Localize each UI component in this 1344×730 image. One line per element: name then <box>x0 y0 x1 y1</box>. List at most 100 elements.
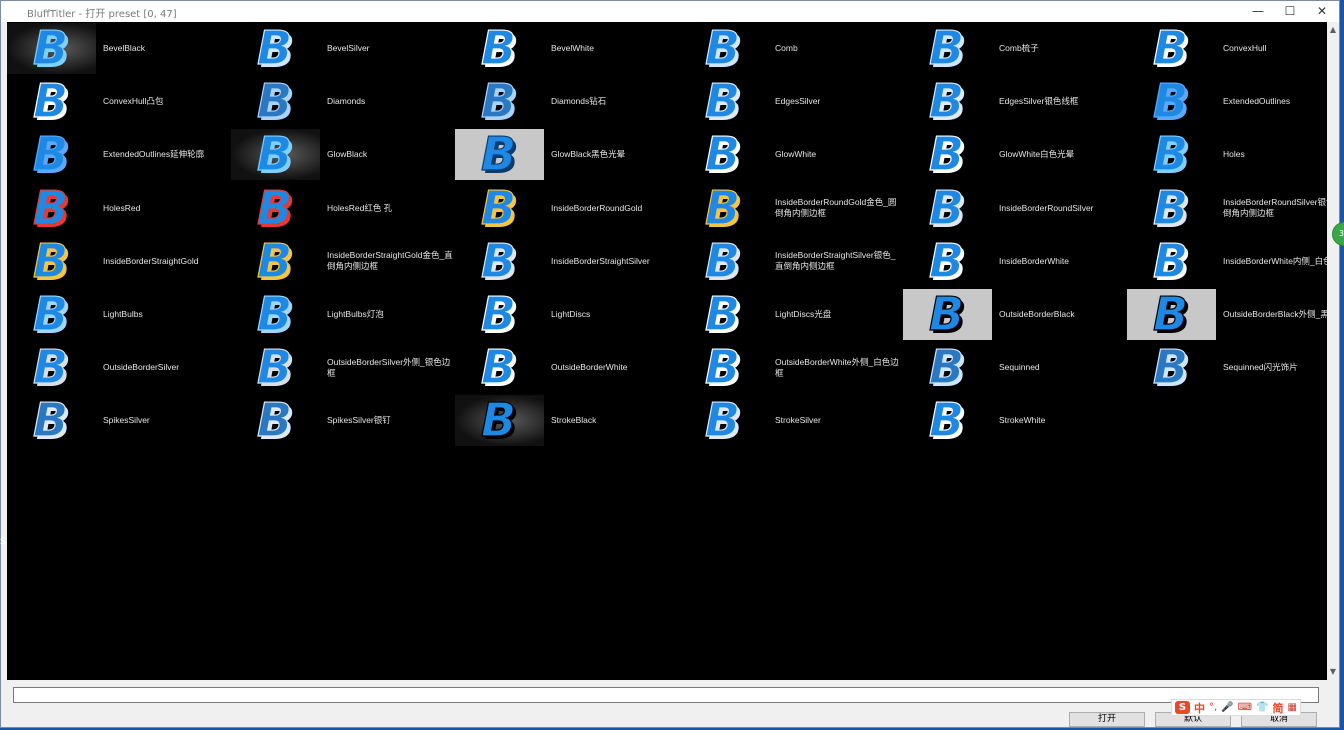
preset-thumbnail[interactable]: BB <box>1127 236 1216 287</box>
preset-item[interactable]: B B HolesRed红色 孔 <box>231 183 455 236</box>
preset-item[interactable]: B B OutsideBorderBlack外侧_黑色 <box>1127 289 1327 342</box>
preset-thumbnail[interactable]: BB <box>1127 76 1216 127</box>
preset-item[interactable]: B B OutsideBorderSilver <box>7 342 231 395</box>
preset-item[interactable]: B B Diamonds <box>231 76 455 129</box>
toolbox-grid-icon[interactable]: ▦ <box>1288 702 1297 713</box>
punctuation-icon[interactable]: °, <box>1209 702 1217 713</box>
preset-item[interactable]: B B GlowBlack黑色光晕 <box>455 129 679 182</box>
scroll-up-arrow-icon[interactable]: ▲ <box>1327 24 1339 36</box>
preset-thumbnail[interactable]: BB <box>903 395 992 446</box>
preset-thumbnail[interactable]: BB <box>1127 342 1216 393</box>
preset-thumbnail[interactable]: BB <box>231 23 320 74</box>
preset-item[interactable]: BB InsideBorderRoundSilver银色_圆倒角内侧边框 <box>1127 183 1327 236</box>
preset-thumbnail[interactable]: BB <box>1127 183 1216 234</box>
preset-thumbnail[interactable]: BB <box>7 236 96 287</box>
preset-item[interactable]: B B SpikesSilver <box>7 395 231 448</box>
preset-thumbnail[interactable]: BB <box>231 289 320 340</box>
preset-thumbnail[interactable]: BB <box>455 236 544 287</box>
preset-thumbnail[interactable]: BB <box>455 129 544 181</box>
preset-item[interactable]: B B BevelWhite <box>455 23 679 76</box>
preset-item[interactable]: B B ExtendedOutlines <box>1127 76 1327 129</box>
preset-thumbnail[interactable]: BB <box>679 236 768 287</box>
preset-item[interactable]: B B BevelSilver <box>231 23 455 76</box>
preset-item[interactable]: B B BevelBlack <box>7 23 231 76</box>
preset-item[interactable]: B B Holes <box>1127 129 1327 182</box>
preset-item[interactable]: B B OutsideBorderWhite外侧_白色边框 <box>679 342 903 395</box>
title-bar[interactable]: BluffTitler - 打开 preset [0, 47] — ☐ ✕ <box>1 1 1339 22</box>
preset-item[interactable]: B B LightDiscs光盘 <box>679 289 903 342</box>
preset-thumbnail[interactable]: BB <box>679 395 768 446</box>
preset-thumbnail[interactable]: BB <box>1127 129 1216 180</box>
ime-toolbar[interactable]: S 中 °, 🎤 ⌨ 👕 简 ▦ <box>1171 699 1301 716</box>
preset-item[interactable]: B B GlowWhite白色光晕 <box>903 129 1127 182</box>
preset-item[interactable]: B B OutsideBorderSilver外侧_银色边框 <box>231 342 455 395</box>
preset-item[interactable]: B B LightDiscs <box>455 289 679 342</box>
preset-thumbnail[interactable]: BB <box>231 236 320 287</box>
preset-item[interactable]: B B Sequinned <box>903 342 1127 395</box>
preset-thumbnail[interactable]: BB <box>455 342 544 393</box>
preset-item[interactable]: B B InsideBorderRoundGold <box>455 183 679 236</box>
preset-thumbnail[interactable]: BB <box>903 76 992 127</box>
sogou-logo-icon[interactable]: S <box>1175 701 1190 714</box>
preset-item[interactable]: B B LightBulbs灯泡 <box>231 289 455 342</box>
preset-item[interactable]: B B InsideBorderWhite <box>903 236 1127 289</box>
preset-thumbnail[interactable]: BB <box>903 236 992 287</box>
preset-item[interactable]: B B OutsideBorderWhite <box>455 342 679 395</box>
open-button[interactable]: 打开 <box>1069 712 1145 727</box>
preset-thumbnail[interactable]: BB <box>7 129 96 180</box>
preset-thumbnail[interactable]: BB <box>903 183 992 234</box>
preset-thumbnail[interactable]: BB <box>231 395 320 446</box>
preset-thumbnail[interactable]: BB <box>679 23 768 74</box>
preset-thumbnail[interactable]: BB <box>679 289 768 340</box>
preset-item[interactable]: B B InsideBorderStraightSilver银色_直倒角内侧边框 <box>679 236 903 289</box>
preset-thumbnail[interactable]: BB <box>7 183 96 234</box>
microphone-icon[interactable]: 🎤 <box>1221 702 1233 713</box>
preset-thumbnail[interactable]: BB <box>679 183 768 234</box>
preset-item[interactable]: B B HolesRed <box>7 183 231 236</box>
preset-thumbnail[interactable]: BB <box>903 289 992 340</box>
preset-item[interactable]: B B StrokeSilver <box>679 395 903 448</box>
preset-thumbnail[interactable]: BB <box>7 23 96 74</box>
preset-item[interactable]: B B SpikesSilver银钉 <box>231 395 455 448</box>
preset-thumbnail[interactable]: BB <box>903 342 992 393</box>
preset-item[interactable]: B B InsideBorderRoundSilver <box>903 183 1127 236</box>
skin-icon[interactable]: 👕 <box>1256 702 1268 713</box>
preset-thumbnail[interactable]: BB <box>679 129 768 180</box>
preset-item[interactable]: B B InsideBorderRoundGold金色_圆倒角内侧边框 <box>679 183 903 236</box>
preset-thumbnail[interactable]: BB <box>903 23 992 74</box>
preset-thumbnail[interactable]: BB <box>231 183 320 234</box>
preset-thumbnail[interactable]: BB <box>679 76 768 127</box>
preset-item[interactable]: B B OutsideBorderBlack <box>903 289 1127 342</box>
preset-item[interactable]: B B Sequinned闪光饰片 <box>1127 342 1327 395</box>
preset-item[interactable]: B B EdgesSilver银色线框 <box>903 76 1127 129</box>
preset-item[interactable]: B B InsideBorderWhite内侧_白色 <box>1127 236 1327 289</box>
scroll-down-arrow-icon[interactable]: ▼ <box>1327 666 1339 678</box>
preset-thumbnail[interactable]: BB <box>679 342 768 393</box>
preset-item[interactable]: B B Diamonds钻石 <box>455 76 679 129</box>
preset-item[interactable]: B B LightBulbs <box>7 289 231 342</box>
preset-item[interactable]: B B GlowBlack <box>231 129 455 182</box>
preset-grid[interactable]: B B BevelBlack B B BevelSilver B B BevelWhite B B C… <box>7 22 1327 680</box>
minimize-button[interactable]: — <box>1242 1 1274 22</box>
preset-thumbnail[interactable]: BB <box>231 129 320 181</box>
preset-item[interactable]: B B EdgesSilver <box>679 76 903 129</box>
preset-item[interactable]: B B StrokeWhite <box>903 395 1127 448</box>
vertical-scrollbar[interactable]: ▲ ▼ <box>1327 22 1339 680</box>
preset-thumbnail[interactable]: BB <box>7 342 96 393</box>
preset-thumbnail[interactable]: BB <box>455 23 544 74</box>
preset-item[interactable]: B B Comb <box>679 23 903 76</box>
simplified-toggle[interactable]: 简 <box>1273 700 1284 716</box>
preset-item[interactable]: B B InsideBorderStraightSilver <box>455 236 679 289</box>
preset-item[interactable]: B B ExtendedOutlines延伸轮廓 <box>7 129 231 182</box>
preset-thumbnail[interactable]: BB <box>1127 23 1216 74</box>
preset-item[interactable]: B B InsideBorderStraightGold <box>7 236 231 289</box>
preset-item[interactable]: B B ConvexHull <box>1127 23 1327 76</box>
preset-item[interactable]: B B StrokeBlack <box>455 395 679 448</box>
preset-item[interactable]: B B ConvexHull凸包 <box>7 76 231 129</box>
preset-thumbnail[interactable]: BB <box>7 76 96 127</box>
preset-thumbnail[interactable]: BB <box>903 129 992 180</box>
ime-mode-toggle[interactable]: 中 <box>1194 700 1205 716</box>
preset-thumbnail[interactable]: BB <box>455 395 544 447</box>
preset-thumbnail[interactable]: BB <box>455 76 544 127</box>
preset-thumbnail[interactable]: BB <box>7 395 96 446</box>
